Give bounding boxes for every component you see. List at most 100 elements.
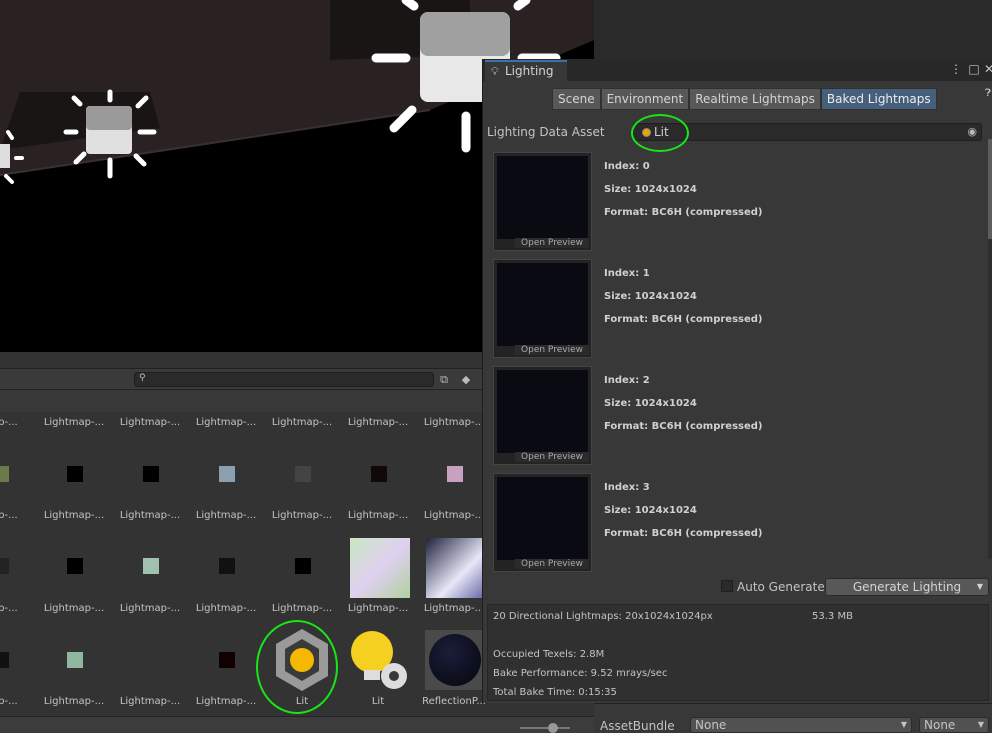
generate-lighting-label: Generate Lighting	[852, 580, 962, 594]
asset-label: map-...	[0, 510, 18, 521]
asset-label: Lightmap-...	[423, 603, 485, 614]
filter-by-type-icon[interactable]: ⧉	[436, 372, 452, 388]
lightmap-thumbnail-icon	[67, 558, 83, 574]
lightmap-thumbnail-icon	[371, 466, 387, 482]
maximize-icon[interactable]: □	[967, 61, 981, 77]
slider-knob[interactable]	[548, 723, 558, 733]
lightmap-size: Size: 1024x1024	[604, 505, 697, 516]
occupied-texels: Occupied Texels: 2.8M	[493, 649, 605, 660]
asset-label: Lightmap-...	[347, 603, 409, 614]
light-gizmo-icon[interactable]	[62, 88, 158, 184]
open-preview-button[interactable]: Open Preview	[515, 559, 589, 569]
auto-generate-checkbox[interactable]	[721, 580, 733, 592]
asset-label: map-...	[0, 603, 18, 614]
project-toolbar: ⚲ ⧉ ◆	[0, 368, 482, 390]
icon-size-slider[interactable]	[520, 723, 570, 733]
object-picker-icon[interactable]: ◉	[967, 125, 977, 138]
asset-label: Lightmap-...	[119, 696, 181, 707]
lightmap-format: Format: BC6H (compressed)	[604, 207, 763, 218]
variant-dropdown[interactable]: None ▼	[919, 717, 989, 733]
kebab-menu-icon[interactable]: ⋮	[949, 61, 963, 77]
asset-label: Lightmap-...	[119, 510, 181, 521]
open-preview-button[interactable]: Open Preview	[515, 345, 589, 355]
asset-label: map-...	[0, 696, 18, 707]
chevron-down-icon: ▼	[900, 720, 907, 729]
asset-label: Lit	[371, 696, 385, 707]
search-icon: ⚲	[139, 373, 146, 383]
lightmap-thumbnail-icon	[143, 652, 159, 668]
tab-realtime-lightmaps[interactable]: Realtime Lightmaps	[689, 88, 821, 110]
asset-label: Lightmap-...	[195, 417, 257, 428]
open-preview-button[interactable]: Open Preview	[515, 238, 589, 248]
lightmap-format: Format: BC6H (compressed)	[604, 528, 763, 539]
assetbundle-label: AssetBundle	[600, 719, 675, 733]
close-icon[interactable]: ✕	[982, 61, 992, 77]
assetbundle-row: AssetBundle None ▼ None ▼	[594, 703, 992, 733]
lightmap-thumbnail-icon	[295, 466, 311, 482]
scrollbar[interactable]	[988, 139, 992, 559]
annotation-circle	[256, 620, 338, 714]
lightmap-summary: 20 Directional Lightmaps: 20x1024x1024px	[493, 611, 713, 622]
reflection-probe-icon[interactable]	[425, 630, 485, 690]
asset-label: Lightmap-...	[119, 417, 181, 428]
project-status-bar	[0, 716, 594, 733]
lighting-window-tab[interactable]: 💡︎ Lighting	[485, 60, 567, 81]
light-gizmo-icon[interactable]	[0, 130, 24, 186]
lightmap-thumbnail[interactable]: Open Preview	[493, 259, 592, 358]
open-preview-button[interactable]: Open Preview	[515, 452, 589, 462]
lightmap-index: Index: 2	[604, 375, 650, 386]
asset-label: Lightmap-...	[423, 417, 485, 428]
lightmap-thumbnail-icon	[143, 466, 159, 482]
lightmap-thumbnail-icon	[295, 558, 311, 574]
lightmap-thumbnail-icon	[219, 652, 235, 668]
asset-label: Lightmap-...	[423, 510, 485, 521]
lightmap-thumbnail[interactable]: Open Preview	[493, 473, 592, 572]
tab-baked-lightmaps[interactable]: Baked Lightmaps	[820, 88, 937, 110]
lighting-settings-icon[interactable]	[350, 630, 410, 692]
breadcrumb	[0, 390, 482, 412]
lightbulb-icon: 💡︎	[491, 65, 499, 78]
asset-label: Lightmap-...	[43, 510, 105, 521]
asset-label: Lightmap-...	[271, 417, 333, 428]
lightmap-thumbnail[interactable]: Open Preview	[493, 366, 592, 465]
lighting-window: 💡︎ Lighting ⋮ □ ✕ ❓︎ Scene Environment R…	[482, 59, 992, 703]
filter-by-label-icon[interactable]: ◆	[458, 372, 474, 388]
asset-label: Lightmap-...	[195, 603, 257, 614]
variant-value: None	[924, 718, 956, 732]
assetbundle-dropdown[interactable]: None ▼	[690, 717, 912, 733]
lightmap-thumbnail-icon	[0, 558, 9, 574]
lightmap-format: Format: BC6H (compressed)	[604, 314, 763, 325]
lightmap-thumbnail-icon	[67, 466, 83, 482]
generate-lighting-button[interactable]: Generate Lighting ▼	[825, 578, 989, 596]
help-icon[interactable]: ❓︎	[981, 86, 992, 102]
search-input[interactable]: ⚲	[134, 372, 434, 387]
lightmap-image	[497, 477, 588, 560]
scrollbar-thumb[interactable]	[988, 139, 992, 239]
reflection-probe-sphere	[429, 634, 481, 686]
lightmap-format: Format: BC6H (compressed)	[604, 421, 763, 432]
bake-stats-panel: 20 Directional Lightmaps: 20x1024x1024px…	[487, 604, 989, 701]
chevron-down-icon: ▼	[977, 720, 984, 729]
assetbundle-value: None	[695, 718, 727, 732]
lightmap-thumbnail-icon	[426, 538, 486, 598]
tab-scene[interactable]: Scene	[552, 88, 601, 110]
asset-label: Lightmap-...	[195, 510, 257, 521]
lightmap-thumbnail-icon	[219, 558, 235, 574]
lightmap-thumbnail[interactable]: Open Preview	[493, 152, 592, 251]
lightmap-thumbnail-icon	[350, 538, 410, 598]
asset-label: Lightmap-...	[43, 417, 105, 428]
asset-label: Lightmap-...	[43, 696, 105, 707]
lighting-tabs: Scene Environment Realtime Lightmaps Bak…	[552, 88, 937, 110]
asset-label: Lightmap-...	[347, 510, 409, 521]
tab-environment[interactable]: Environment	[600, 88, 690, 110]
annotation-circle	[631, 114, 689, 152]
lightmap-thumbnail-icon	[447, 466, 463, 482]
lightmap-thumbnail-icon	[0, 652, 9, 668]
lightmap-image	[497, 156, 588, 239]
lightmap-thumbnail-icon	[219, 466, 235, 482]
asset-label: Lightmap-...	[271, 603, 333, 614]
asset-label: map-...	[0, 417, 18, 428]
chevron-down-icon[interactable]: ▼	[977, 579, 983, 595]
lightmap-thumbnail-icon	[0, 466, 9, 482]
asset-label: ReflectionP...	[422, 696, 486, 707]
